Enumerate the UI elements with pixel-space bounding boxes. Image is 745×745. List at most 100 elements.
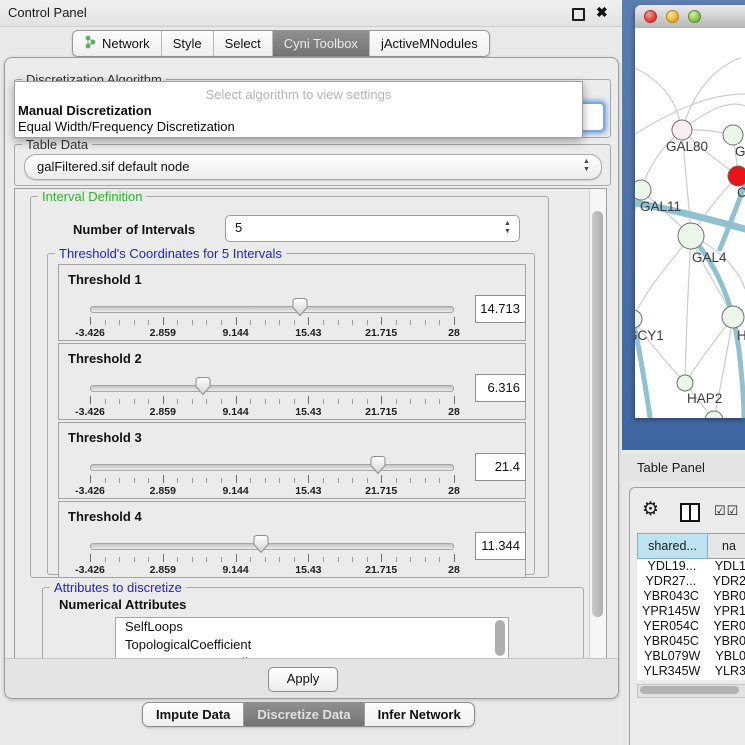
network-window-frame: GAL80 GA C GAL11 GAL4 GCY1 H HAP2: [622, 0, 745, 450]
table-row[interactable]: YER054CYER0: [637, 619, 745, 634]
table-row[interactable]: YBR043CYBR0: [637, 589, 745, 604]
num-intervals-spinner[interactable]: 5 ▲▼: [225, 215, 520, 242]
apply-bar: Apply: [5, 658, 618, 698]
node-gal4[interactable]: [678, 223, 704, 249]
tab-network[interactable]: Network: [73, 31, 162, 56]
num-intervals-label: Number of Intervals: [73, 222, 195, 237]
gear-icon[interactable]: ⚙: [642, 500, 659, 519]
tab-label: Network: [102, 36, 150, 51]
screen: Control Panel ✖ Network Style: [0, 0, 745, 745]
threshold-1-panel: Threshold 1 -3.4262.8599.14415.4321.7152…: [58, 264, 526, 341]
column-header-shared-name[interactable]: shared...: [637, 533, 708, 559]
threshold-1-value-field[interactable]: 14.713: [475, 295, 526, 323]
node-highlighted-red[interactable]: [728, 166, 745, 186]
slider-thumb[interactable]: [291, 297, 309, 317]
list-item[interactable]: TopologicalCoefficient: [116, 636, 508, 654]
table-row[interactable]: YIL052CYIL0: [637, 679, 745, 680]
threshold-2-value-field[interactable]: 6.316: [475, 374, 526, 402]
network-canvas[interactable]: GAL80 GA C GAL11 GAL4 GCY1 H HAP2: [635, 28, 745, 418]
slider-tick-labels: -3.4262.8599.14415.4321.71528: [90, 327, 454, 339]
combobox-arrows-icon: ▲▼: [582, 158, 591, 174]
tab-cyni-toolbox[interactable]: Cyni Toolbox: [273, 31, 370, 56]
scrollbar-thumb[interactable]: [592, 211, 603, 617]
network-graph: GAL80 GA C GAL11 GAL4 GCY1 H HAP2: [635, 28, 745, 418]
table-row[interactable]: YDR27...YDR2: [637, 574, 745, 589]
menu-item-manual-discretization[interactable]: Manual Discretization: [18, 103, 152, 118]
numerical-attributes-list[interactable]: SelfLoopsTopologicalCoefficientBetweenne…: [115, 617, 509, 660]
network-window: GAL80 GA C GAL11 GAL4 GCY1 H HAP2: [635, 5, 745, 418]
threshold-label: Threshold 1: [68, 272, 142, 287]
threshold-2-slider[interactable]: -3.4262.8599.14415.4321.71528: [90, 374, 454, 418]
close-icon[interactable]: ✖: [596, 4, 608, 20]
table-header-row: shared... na: [637, 533, 745, 559]
close-traffic-light[interactable]: [644, 10, 657, 23]
column-header-name[interactable]: na: [708, 533, 745, 559]
threshold-1-slider[interactable]: -3.4262.8599.14415.4321.71528: [90, 295, 454, 339]
tab-infer-network[interactable]: Infer Network: [365, 703, 474, 726]
settings-scrollpane: Interval Definition Number of Intervals …: [14, 188, 607, 660]
threshold-label: Threshold 2: [68, 351, 142, 366]
split-columns-icon[interactable]: [680, 503, 700, 522]
threshold-3-value-field[interactable]: 21.4: [475, 453, 526, 481]
group-label: Attributes to discretize: [50, 580, 186, 595]
node-label: HAP2: [687, 391, 722, 406]
node-table-body: YDL19...YDL1YDR27...YDR2YBR043CYBR0YPR14…: [637, 559, 745, 680]
node-label: GA: [735, 144, 745, 159]
table-row[interactable]: YDL19...YDL1: [637, 559, 745, 574]
select-columns-icon[interactable]: ☑☑: [714, 503, 739, 519]
node-hap2[interactable]: [677, 375, 693, 391]
spinner-arrows-icon[interactable]: ▲▼: [503, 220, 512, 236]
scrollbar-thumb[interactable]: [640, 686, 739, 694]
table-row[interactable]: YBL079WYBL0: [637, 649, 745, 664]
menu-item-equal-width-frequency[interactable]: Equal Width/Frequency Discretization: [18, 119, 235, 134]
settings-vertical-scrollbar[interactable]: [589, 189, 606, 659]
list-item[interactable]: SelfLoops: [116, 618, 508, 636]
tab-jactivemnodules[interactable]: jActiveMNodules: [370, 31, 489, 56]
slider-track[interactable]: [90, 306, 454, 313]
node-gal80[interactable]: [672, 120, 692, 140]
node-gcy1[interactable]: [635, 310, 642, 328]
tab-style[interactable]: Style: [162, 31, 214, 56]
slider-tick-labels: -3.4262.8599.14415.4321.71528: [90, 485, 454, 497]
slider-track[interactable]: [90, 464, 454, 471]
minimize-traffic-light[interactable]: [666, 10, 679, 23]
attribute-items: SelfLoopsTopologicalCoefficientBetweenne…: [116, 618, 508, 660]
slider-thumb[interactable]: [369, 455, 387, 475]
float-window-icon[interactable]: [572, 8, 585, 21]
group-label: Threshold's Coordinates for 5 Intervals: [55, 246, 286, 261]
group-label: Interval Definition: [38, 189, 146, 204]
node-label: H: [737, 328, 745, 343]
slider-thumb[interactable]: [194, 376, 212, 396]
table-data-combobox[interactable]: galFiltered.sif default node ▲▼: [24, 154, 602, 180]
table-horizontal-scrollbar[interactable]: [637, 684, 745, 698]
table-panel-title: Table Panel: [637, 460, 705, 475]
interval-definition-group: Interval Definition Number of Intervals …: [30, 196, 549, 578]
tab-label: Select: [225, 36, 261, 51]
slider-track[interactable]: [90, 543, 454, 550]
network-icon: [84, 35, 97, 52]
algorithm-dropdown-popup: Select algorithm to view settings Manual…: [14, 81, 583, 138]
slider-thumb[interactable]: [252, 534, 270, 554]
dropdown-hint: Select algorithm to view settings: [15, 87, 582, 102]
table-row[interactable]: YPR145WYPR1: [637, 604, 745, 619]
threshold-4-value-field[interactable]: 11.344: [475, 532, 526, 560]
table-row[interactable]: YLR345WYLR3: [637, 664, 745, 679]
slider-track[interactable]: [90, 385, 454, 392]
node-h[interactable]: [722, 306, 744, 328]
list-scrollbar-thumb[interactable]: [495, 620, 505, 656]
threshold-label: Threshold 4: [68, 509, 142, 524]
node-gal11[interactable]: [635, 180, 651, 200]
table-row[interactable]: YBR045CYBR0: [637, 634, 745, 649]
zoom-traffic-light[interactable]: [688, 10, 701, 23]
tab-select[interactable]: Select: [214, 31, 273, 56]
threshold-3-slider[interactable]: -3.4262.8599.14415.4321.71528: [90, 453, 454, 497]
combobox-value: galFiltered.sif default node: [37, 159, 189, 174]
cyni-toolbox-panel: Discretization Algorithm Select algorith…: [4, 57, 619, 699]
tab-impute-data[interactable]: Impute Data: [143, 703, 244, 726]
tab-discretize-data[interactable]: Discretize Data: [244, 703, 364, 726]
apply-button[interactable]: Apply: [268, 667, 338, 692]
node-ga[interactable]: [723, 125, 743, 145]
slider-ticks: [90, 554, 454, 563]
threshold-4-slider[interactable]: -3.4262.8599.14415.4321.71528: [90, 532, 454, 576]
panel-title: Control Panel: [8, 5, 87, 20]
